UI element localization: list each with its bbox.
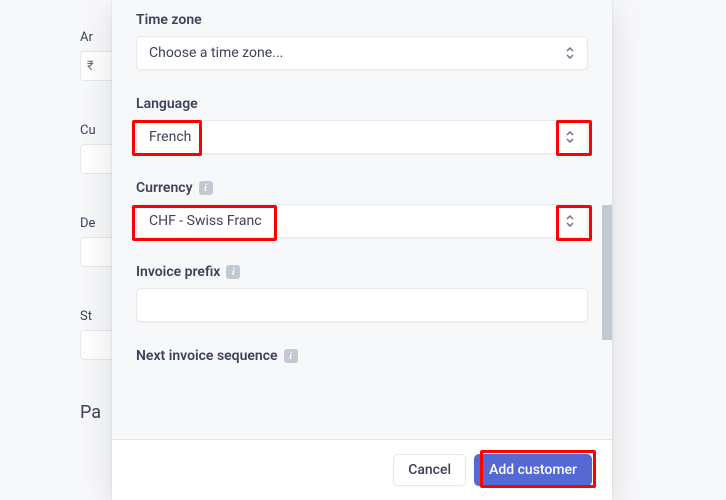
currency-select[interactable]: CHF - Swiss Franc <box>136 204 588 238</box>
info-icon[interactable]: i <box>226 265 240 279</box>
chevron-updown-icon <box>563 129 577 145</box>
chevron-updown-icon <box>563 45 577 61</box>
cancel-button[interactable]: Cancel <box>393 454 466 486</box>
add-customer-modal: Time zone Choose a time zone... Language… <box>112 0 612 500</box>
invoice-prefix-label: Invoice prefix <box>136 264 220 280</box>
timezone-select[interactable]: Choose a time zone... <box>136 36 588 70</box>
timezone-label: Time zone <box>136 12 588 28</box>
chevron-updown-icon <box>563 213 577 229</box>
next-sequence-label: Next invoice sequence <box>136 348 278 364</box>
info-icon[interactable]: i <box>199 181 213 195</box>
timezone-value: Choose a time zone... <box>149 45 283 61</box>
language-label: Language <box>136 96 588 112</box>
scrollbar[interactable] <box>602 205 612 340</box>
language-select[interactable]: French <box>136 120 588 154</box>
modal-footer: Cancel Add customer <box>112 439 612 500</box>
currency-label: Currency <box>136 180 193 196</box>
invoice-prefix-input[interactable] <box>136 288 588 322</box>
add-customer-button[interactable]: Add customer <box>474 454 592 486</box>
language-value: French <box>149 129 191 145</box>
modal-body[interactable]: Time zone Choose a time zone... Language… <box>112 0 612 439</box>
info-icon[interactable]: i <box>284 349 298 363</box>
currency-value: CHF - Swiss Franc <box>149 213 262 229</box>
